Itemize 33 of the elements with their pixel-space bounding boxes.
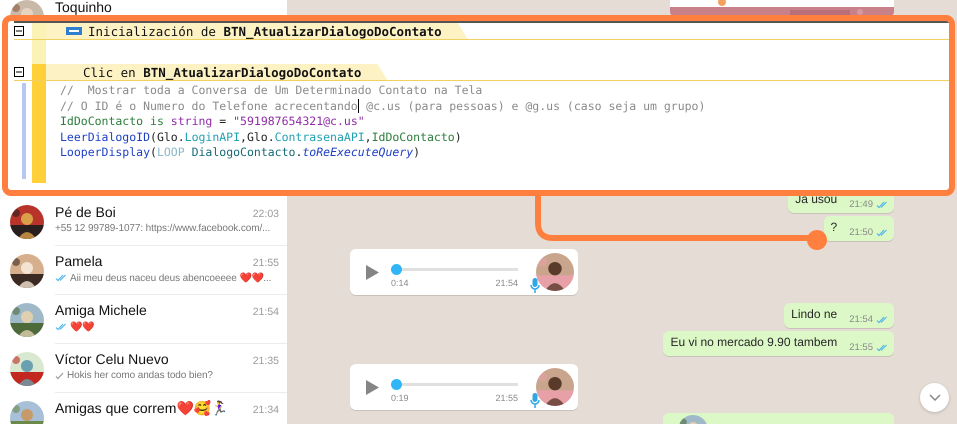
chat-time: 21:35	[252, 355, 279, 367]
message-time: 21:54	[849, 314, 873, 325]
message-text: ?	[830, 220, 838, 236]
message-time: 21:50	[849, 227, 873, 238]
code-line: // O ID é o Numero do Telefone acrecentando @c.us (para pessoas) e @g.us (caso seja um grupo)	[60, 98, 706, 114]
chat-name: Víctor Celu Nuevo	[55, 352, 169, 367]
chat-preview: Hokis her como andas todo bien?	[67, 370, 213, 381]
message-time: 21:55	[849, 342, 873, 353]
audio-duration: 0:19	[391, 393, 409, 403]
chat-preview: Aii meu deus naceu deus abencoeeee ❤❤...	[70, 272, 272, 284]
chat-name: Pamela	[55, 254, 102, 269]
chat-time: 21:34	[252, 404, 279, 416]
message-time: 21:54	[495, 278, 518, 288]
code-line: LooperDisplay(LOOP DialogoContacto.toReExecuteQuery)	[60, 145, 422, 160]
event-title: Inicialización de BTN_AtualizarDialogoDoContato	[88, 24, 442, 38]
message-time: 21:55	[495, 393, 518, 403]
chat-preview: +55 12 99789-1077: https://www.facebook.com/...	[55, 223, 270, 234]
chat-time: 21:55	[252, 257, 279, 269]
code-line: IdDoContacto is string = "591987654321@c.us"	[60, 114, 366, 130]
event-title: Clic en BTN_AtualizarDialogoDoContato	[83, 64, 362, 80]
message-text: Eu vi no mercado 9.90 tambem	[670, 335, 838, 351]
chat-name: Toquinho	[55, 0, 112, 15]
chat-time: 22:03	[252, 208, 279, 220]
message-text: Lindo ne	[791, 307, 838, 323]
code-line: // Mostrar toda a Conversa de Um Determinado Contato na Tela	[60, 83, 484, 98]
chat-name: Pé de Boi	[55, 205, 116, 220]
code-line: LeerDialogoID(Glo.LoginAPI,Glo.ContrasenaAPI,IdDoContacto)	[60, 130, 463, 145]
chat-name: Amiga Michele	[55, 303, 147, 318]
audio-duration: 0:14	[391, 278, 409, 288]
chat-time: 21:54	[252, 306, 279, 318]
message-time: 21:49	[849, 199, 873, 210]
chat-preview: ❤❤	[70, 321, 94, 333]
chat-name: Amigas que correm❤🥰🏃‍♀	[55, 401, 228, 416]
